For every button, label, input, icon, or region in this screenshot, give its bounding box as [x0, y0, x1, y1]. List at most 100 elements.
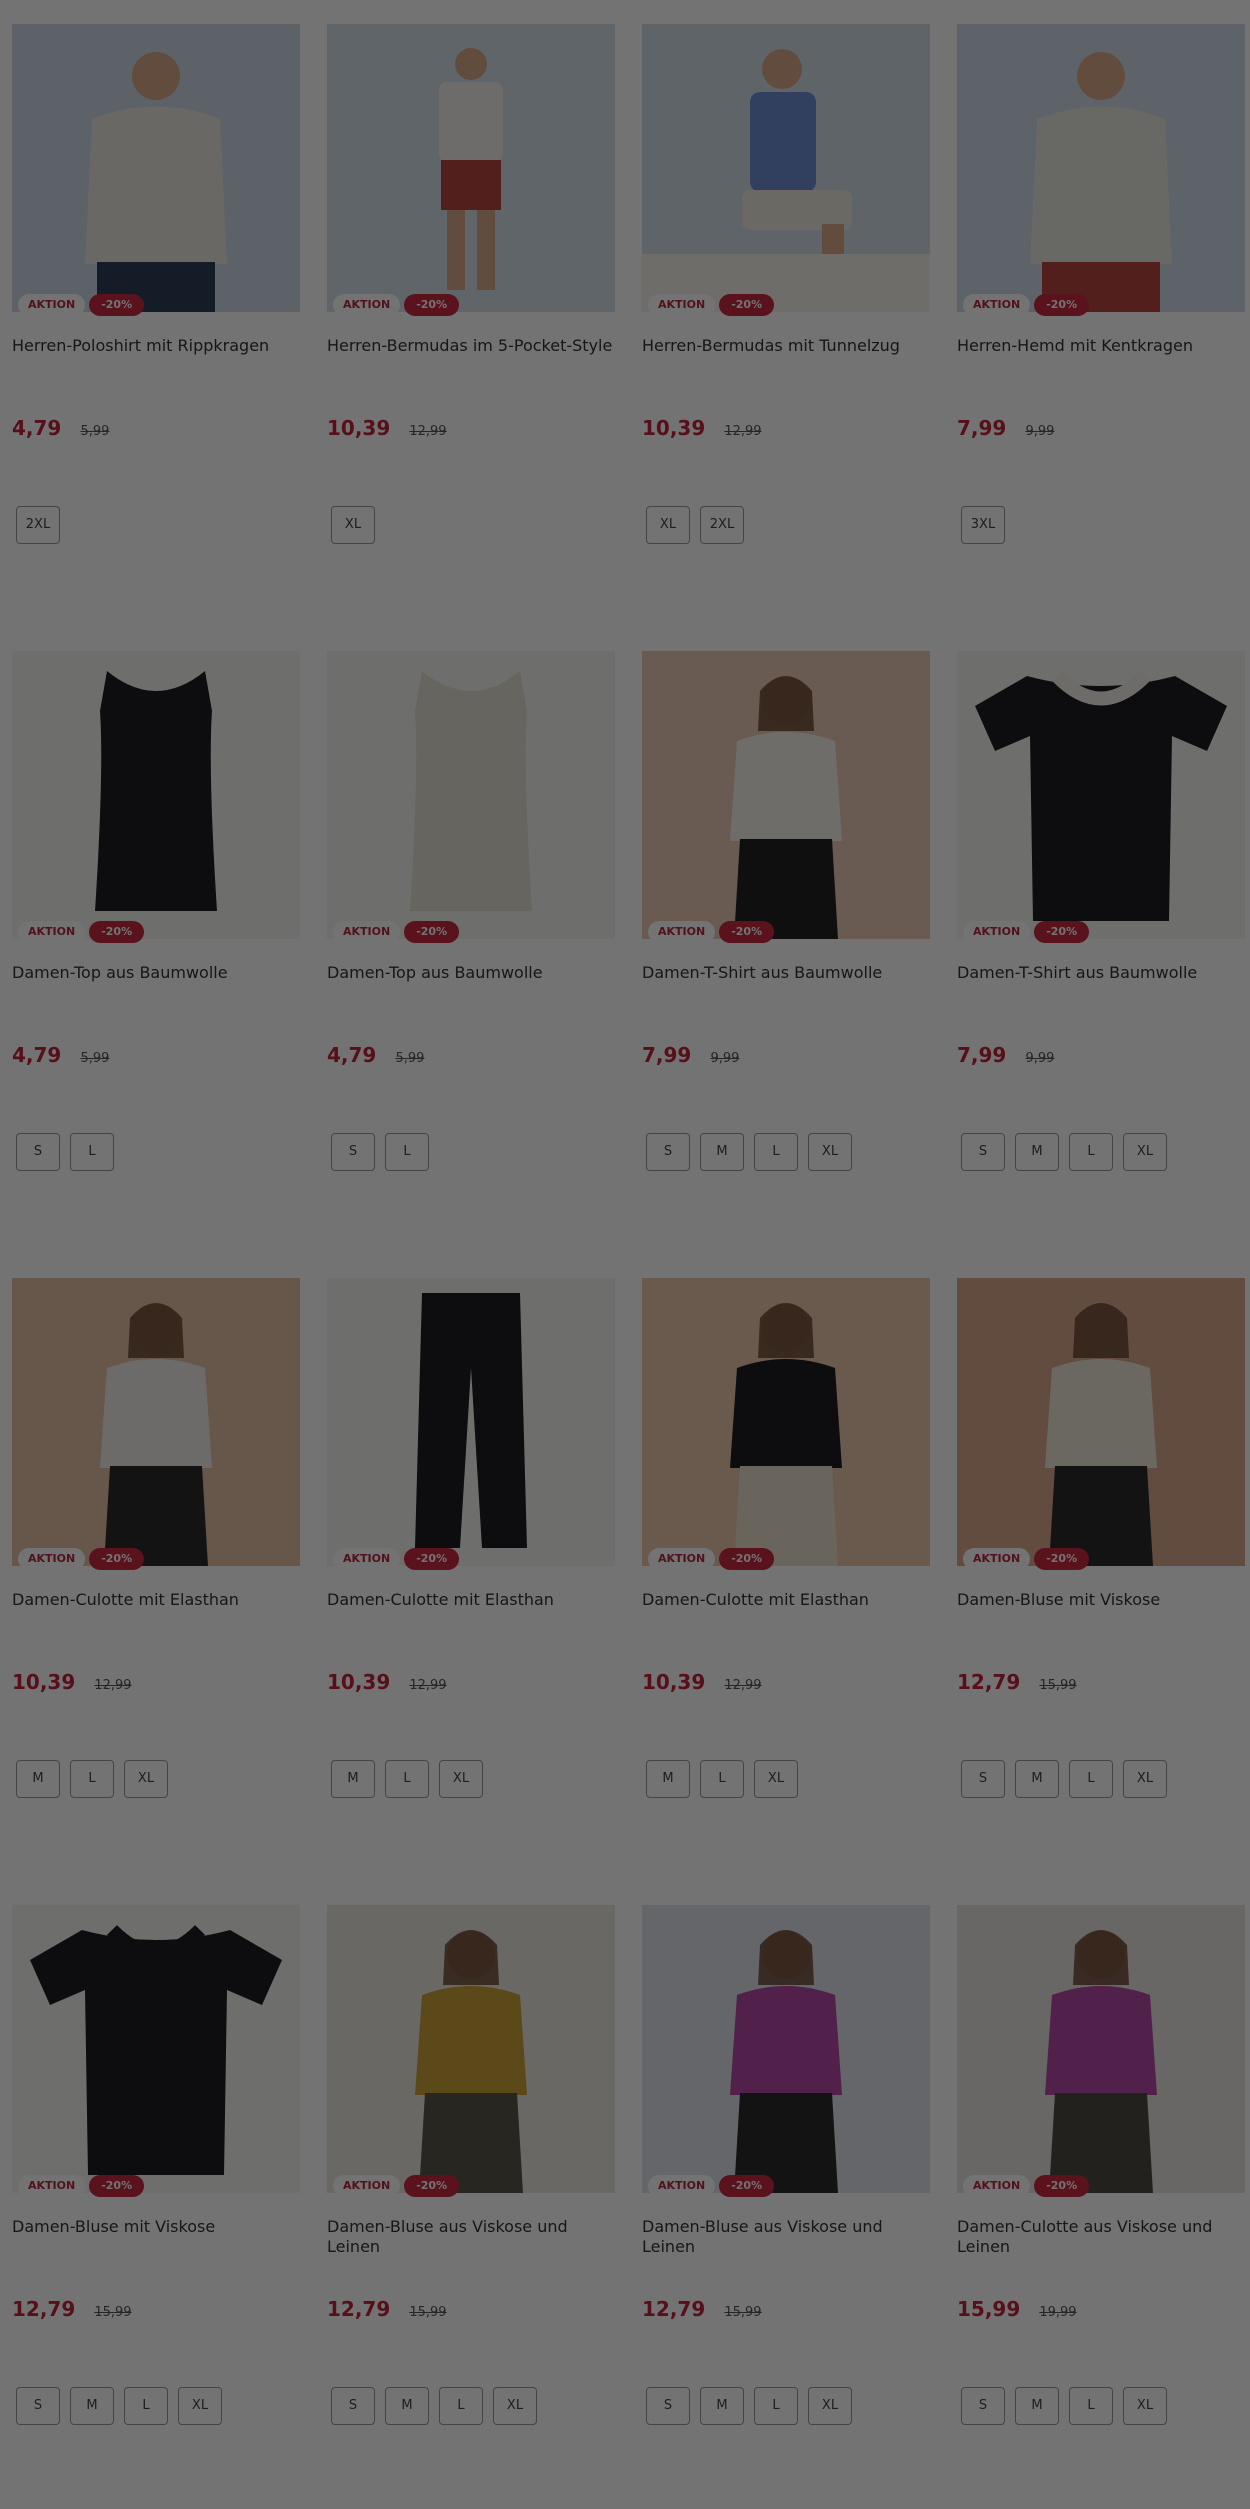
product-title[interactable]: Damen-Culotte mit Elasthan [642, 1590, 930, 1610]
product-title[interactable]: Damen-Bluse mit Viskose [12, 2217, 300, 2237]
product-card[interactable]: AKTION -20% Damen-Culotte mit Elasthan 1… [327, 1278, 615, 1838]
product-card[interactable]: AKTION -20% Damen-Top aus Baumwolle 4,79… [12, 651, 300, 1211]
size-button[interactable]: 3XL [961, 506, 1005, 544]
product-image[interactable] [957, 1905, 1245, 2193]
product-image[interactable] [957, 651, 1245, 939]
size-button[interactable]: M [1015, 1760, 1059, 1798]
size-button[interactable]: M [385, 2387, 429, 2425]
size-button[interactable]: XL [1123, 1760, 1167, 1798]
size-button[interactable]: XL [1123, 1133, 1167, 1171]
product-card[interactable]: AKTION -20% Herren-Bermudas mit Tunnelzu… [642, 24, 930, 584]
size-button[interactable]: XL [178, 2387, 222, 2425]
size-button[interactable]: L [1069, 1133, 1113, 1171]
size-button[interactable]: 2XL [16, 506, 60, 544]
product-image[interactable] [327, 1905, 615, 2193]
product-card[interactable]: AKTION -20% Damen-T-Shirt aus Baumwolle … [957, 651, 1245, 1211]
size-button[interactable]: L [1069, 1760, 1113, 1798]
product-title[interactable]: Herren-Bermudas mit Tunnelzug [642, 336, 930, 356]
size-button[interactable]: XL [646, 506, 690, 544]
product-title[interactable]: Damen-Culotte aus Viskose und Leinen [957, 2217, 1245, 2257]
size-button[interactable]: M [700, 2387, 744, 2425]
size-button[interactable]: L [124, 2387, 168, 2425]
size-button[interactable]: XL [754, 1760, 798, 1798]
size-button[interactable]: XL [808, 1133, 852, 1171]
size-button[interactable]: XL [493, 2387, 537, 2425]
size-button[interactable]: M [16, 1760, 60, 1798]
size-button[interactable]: S [646, 2387, 690, 2425]
size-button[interactable]: S [646, 1133, 690, 1171]
product-card[interactable]: AKTION -20% Damen-Bluse aus Viskose und … [327, 1905, 615, 2465]
product-image[interactable] [12, 1905, 300, 2193]
size-button[interactable]: L [1069, 2387, 1113, 2425]
product-image[interactable] [12, 1278, 300, 1566]
product-image[interactable] [12, 651, 300, 939]
current-price: 10,39 [642, 1670, 706, 1694]
product-card[interactable]: AKTION -20% Damen-Bluse mit Viskose 12,7… [12, 1905, 300, 2465]
product-image[interactable] [642, 1278, 930, 1566]
size-button[interactable]: M [646, 1760, 690, 1798]
product-title[interactable]: Damen-T-Shirt aus Baumwolle [957, 963, 1245, 983]
discount-badge: -20% [1034, 2175, 1090, 2197]
product-card[interactable]: AKTION -20% Damen-Culotte aus Viskose un… [957, 1905, 1245, 2465]
size-button[interactable]: M [331, 1760, 375, 1798]
product-image[interactable] [957, 24, 1245, 312]
product-title[interactable]: Damen-Culotte mit Elasthan [12, 1590, 300, 1610]
size-button[interactable]: M [1015, 1133, 1059, 1171]
product-card[interactable]: AKTION -20% Herren-Hemd mit Kentkragen 7… [957, 24, 1245, 584]
product-title[interactable]: Damen-T-Shirt aus Baumwolle [642, 963, 930, 983]
price: 7,99 9,99 [957, 416, 1054, 440]
product-image[interactable] [12, 24, 300, 312]
size-button[interactable]: L [385, 1760, 429, 1798]
product-card[interactable]: AKTION -20% Damen-Top aus Baumwolle 4,79… [327, 651, 615, 1211]
product-image[interactable] [327, 1278, 615, 1566]
product-card[interactable]: AKTION -20% Herren-Bermudas im 5-Pocket-… [327, 24, 615, 584]
product-image[interactable] [327, 651, 615, 939]
product-photo [415, 1293, 527, 1548]
size-button[interactable]: S [961, 1133, 1005, 1171]
size-button[interactable]: XL [1123, 2387, 1167, 2425]
product-title[interactable]: Damen-Bluse aus Viskose und Leinen [327, 2217, 615, 2257]
product-image[interactable] [642, 1905, 930, 2193]
product-title[interactable]: Damen-Top aus Baumwolle [12, 963, 300, 983]
size-button[interactable]: XL [808, 2387, 852, 2425]
product-title[interactable]: Damen-Bluse aus Viskose und Leinen [642, 2217, 930, 2257]
product-card[interactable]: AKTION -20% Damen-Bluse mit Viskose 12,7… [957, 1278, 1245, 1838]
product-title[interactable]: Damen-Bluse mit Viskose [957, 1590, 1245, 1610]
product-title[interactable]: Damen-Culotte mit Elasthan [327, 1590, 615, 1610]
size-button[interactable]: S [16, 1133, 60, 1171]
size-button[interactable]: S [16, 2387, 60, 2425]
product-card[interactable]: AKTION -20% Damen-Bluse aus Viskose und … [642, 1905, 930, 2465]
product-card[interactable]: AKTION -20% Herren-Poloshirt mit Rippkra… [12, 24, 300, 584]
product-title[interactable]: Herren-Hemd mit Kentkragen [957, 336, 1245, 356]
product-title[interactable]: Damen-Top aus Baumwolle [327, 963, 615, 983]
size-button[interactable]: XL [331, 506, 375, 544]
product-image[interactable] [642, 651, 930, 939]
price: 7,99 9,99 [642, 1043, 739, 1067]
size-button[interactable]: S [961, 1760, 1005, 1798]
size-button[interactable]: S [331, 1133, 375, 1171]
size-options: 3XL [961, 506, 1005, 544]
size-button[interactable]: L [70, 1760, 114, 1798]
size-button[interactable]: L [439, 2387, 483, 2425]
product-card[interactable]: AKTION -20% Damen-Culotte mit Elasthan 1… [12, 1278, 300, 1838]
size-button[interactable]: L [70, 1133, 114, 1171]
size-button[interactable]: M [700, 1133, 744, 1171]
size-button[interactable]: XL [124, 1760, 168, 1798]
product-image[interactable] [642, 24, 930, 312]
size-button[interactable]: L [754, 1133, 798, 1171]
product-card[interactable]: AKTION -20% Damen-T-Shirt aus Baumwolle … [642, 651, 930, 1211]
product-card[interactable]: AKTION -20% Damen-Culotte mit Elasthan 1… [642, 1278, 930, 1838]
size-button[interactable]: XL [439, 1760, 483, 1798]
size-button[interactable]: L [385, 1133, 429, 1171]
product-image[interactable] [327, 24, 615, 312]
size-button[interactable]: L [700, 1760, 744, 1798]
size-button[interactable]: L [754, 2387, 798, 2425]
product-title[interactable]: Herren-Poloshirt mit Rippkragen [12, 336, 300, 356]
size-button[interactable]: M [70, 2387, 114, 2425]
size-button[interactable]: M [1015, 2387, 1059, 2425]
size-button[interactable]: S [331, 2387, 375, 2425]
product-image[interactable] [957, 1278, 1245, 1566]
product-title[interactable]: Herren-Bermudas im 5-Pocket-Style [327, 336, 615, 356]
size-button[interactable]: 2XL [700, 506, 744, 544]
size-button[interactable]: S [961, 2387, 1005, 2425]
